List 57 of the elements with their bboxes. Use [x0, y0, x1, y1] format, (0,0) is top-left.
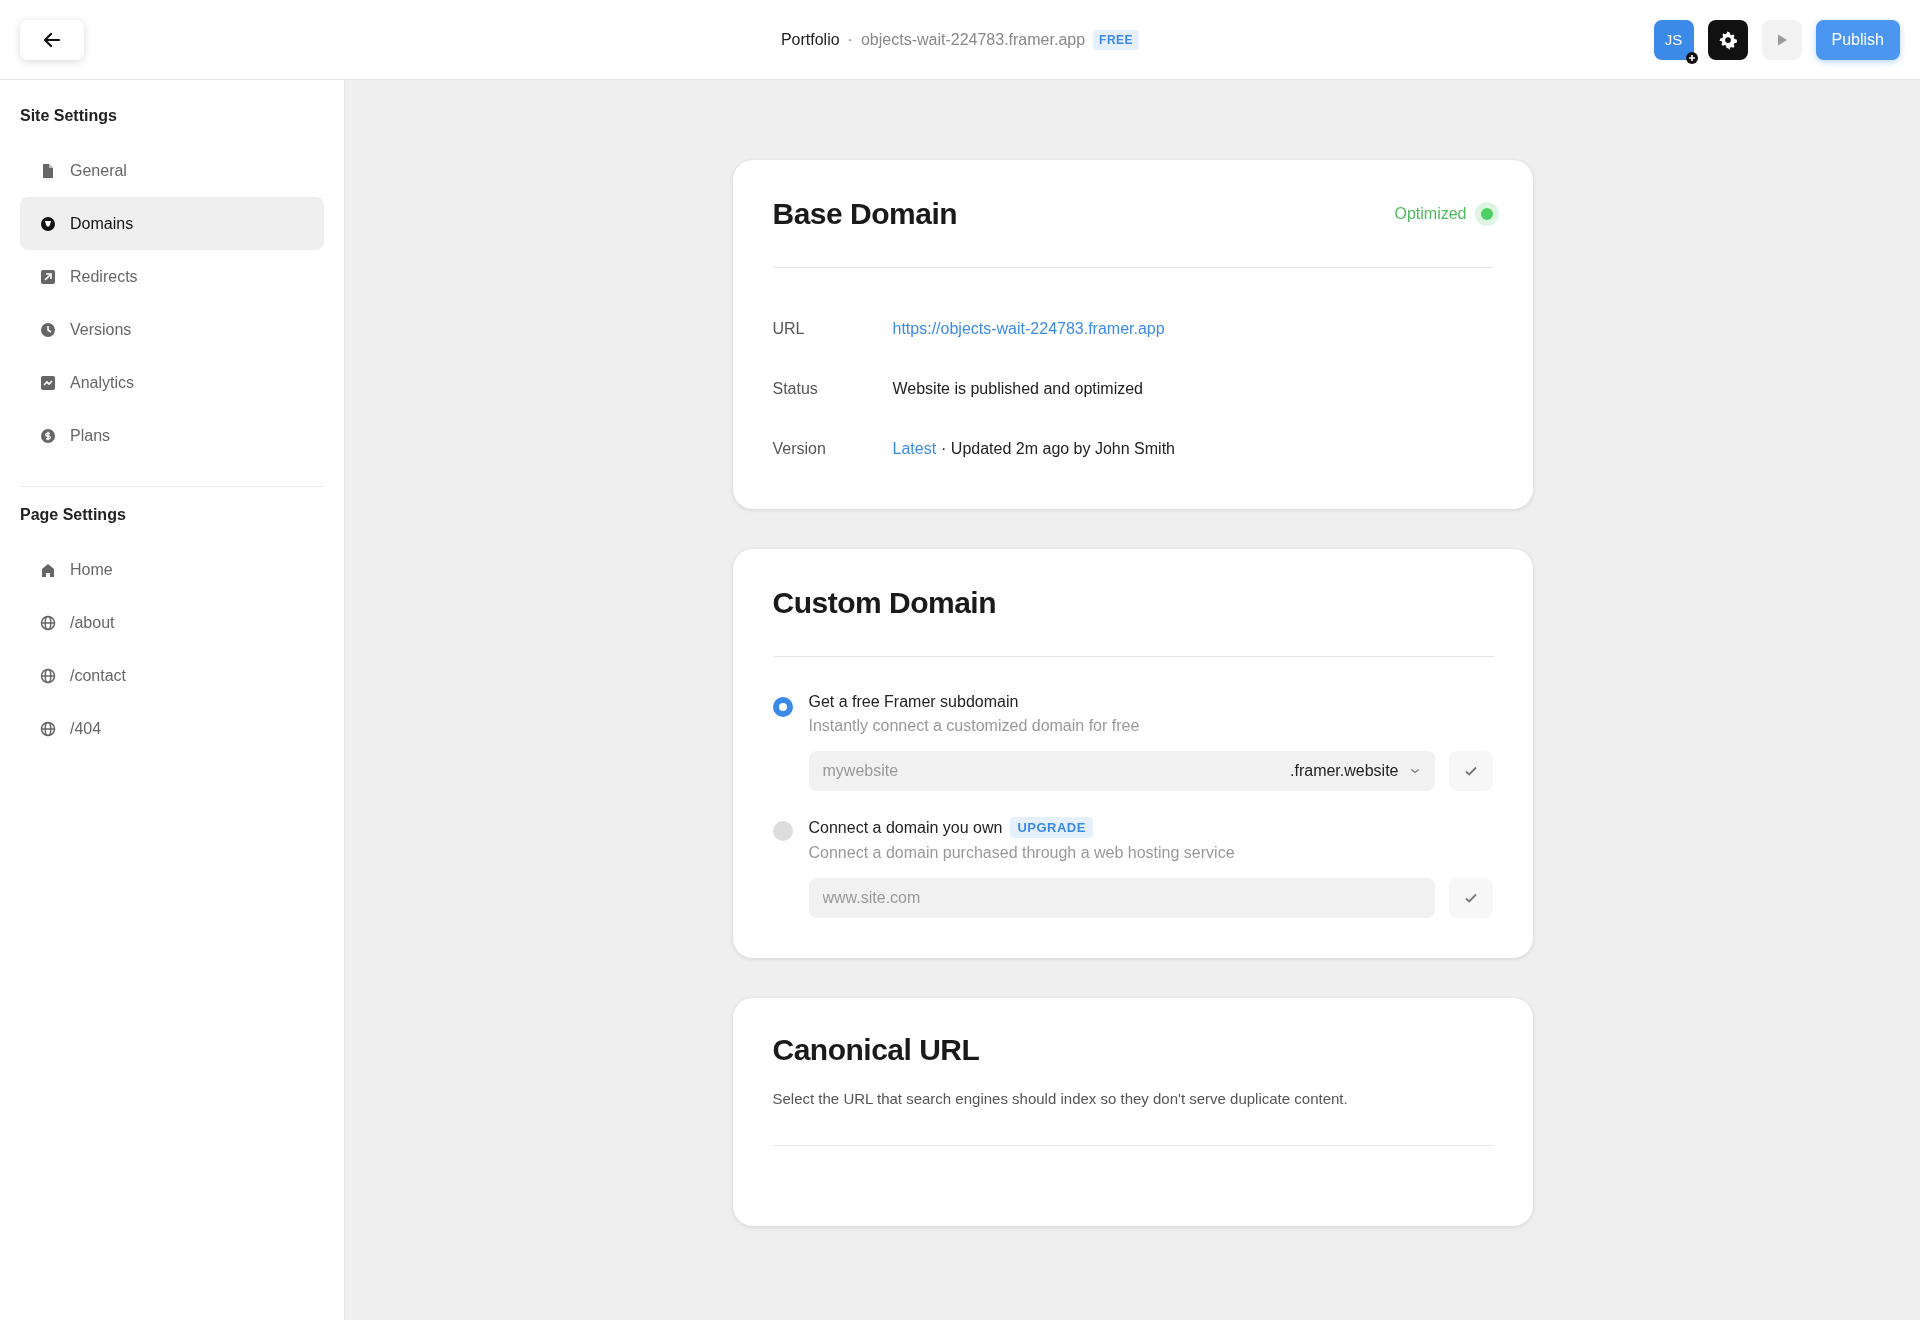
sidebar-item[interactable]: Plans — [20, 409, 324, 462]
globe-icon — [40, 667, 56, 684]
upgrade-badge: UPGRADE — [1010, 817, 1093, 838]
section-heading: Site Settings — [20, 106, 118, 126]
sidebar-item[interactable]: /404 — [20, 702, 324, 755]
option-description: Instantly connect a customized domain for free — [808, 717, 1141, 735]
option-label: Connect a domain you own — [808, 818, 1003, 837]
sidebar-item[interactable]: General — [20, 144, 324, 197]
sidebar-item[interactable]: /about — [20, 596, 324, 649]
radio-button[interactable] — [772, 697, 793, 717]
sidebar-item[interactable]: Analytics — [20, 356, 324, 409]
domain-input-field[interactable]: www.site.com — [808, 878, 1435, 918]
sidebar-item[interactable]: Redirects — [20, 250, 324, 303]
plus-icon — [1685, 51, 1698, 64]
domain-input-field[interactable]: mywebsite — [808, 751, 1290, 791]
separator: · — [847, 30, 853, 49]
sidebar-item[interactable]: Versions — [20, 303, 324, 356]
sidebar-item[interactable]: Domains — [20, 197, 324, 250]
chart-icon — [40, 374, 56, 391]
option-label: Get a free Framer subdomain — [808, 693, 1019, 711]
link[interactable]: https://objects-wait-224783.framer.app — [892, 320, 1165, 338]
file-icon — [40, 162, 56, 179]
card-description: Select the URL that search engines should index so they don't serve duplicate content. — [772, 1090, 1349, 1107]
globe-icon — [40, 614, 56, 631]
card-title: Canonical URL — [772, 1033, 980, 1067]
status-label: Optimized — [1394, 204, 1467, 223]
sidebar-item[interactable]: /contact — [20, 649, 324, 702]
dollar-icon — [40, 427, 56, 444]
avatar-initials: JS — [1664, 31, 1683, 48]
link[interactable]: Latest — [892, 440, 937, 458]
globe-icon — [40, 720, 56, 737]
settings-button[interactable] — [1707, 19, 1748, 60]
field-label: URL — [772, 320, 806, 338]
site-domain: objects-wait-224783.framer.app — [860, 30, 1086, 49]
field-label: Status — [772, 380, 819, 398]
card-title: Base Domain — [772, 196, 958, 231]
radio-button[interactable] — [772, 821, 793, 841]
clock-icon — [40, 321, 56, 338]
plan-badge: FREE — [1093, 29, 1140, 50]
home-icon — [40, 561, 56, 578]
card-title: Custom Domain — [772, 585, 996, 620]
option-description: Connect a domain purchased through a web hosting service — [808, 844, 1236, 862]
confirm-button[interactable] — [1448, 878, 1493, 918]
shield-icon — [40, 215, 56, 232]
domain-suffix-dropdown[interactable]: .framer.website — [1290, 751, 1435, 791]
section-heading: Page Settings — [20, 505, 127, 525]
back-button[interactable] — [20, 19, 84, 60]
sidebar-item[interactable]: Home — [20, 543, 324, 596]
confirm-button[interactable] — [1448, 751, 1493, 791]
field-label: Version — [772, 440, 827, 458]
project-name: Portfolio — [780, 30, 840, 49]
preview-button[interactable] — [1761, 19, 1802, 60]
field-value: Website is published and optimized — [892, 380, 1143, 398]
arrow-square-icon — [40, 268, 56, 285]
settings-icon — [1717, 29, 1738, 50]
field-value: · Updated 2m ago by John Smith — [941, 440, 1175, 458]
publish-button[interactable]: Publish — [1815, 19, 1900, 60]
